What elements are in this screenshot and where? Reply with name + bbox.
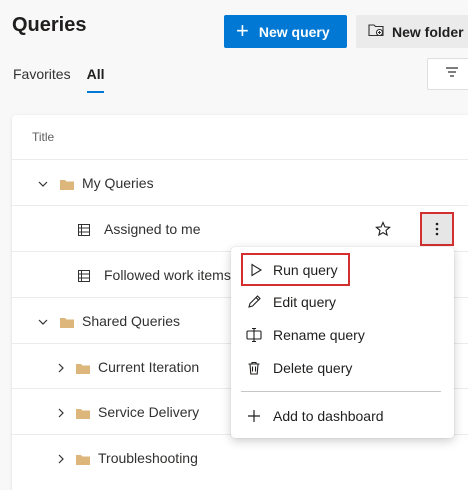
play-icon	[248, 262, 264, 278]
menu-item-label: Run query	[273, 261, 338, 278]
chevron-right-icon[interactable]	[55, 361, 67, 373]
chevron-down-icon[interactable]	[37, 177, 49, 189]
tab-favorites[interactable]: Favorites	[13, 66, 71, 93]
more-options-button[interactable]	[420, 211, 454, 246]
column-header-title[interactable]: Title	[32, 130, 54, 144]
trash-icon	[246, 360, 262, 376]
more-vertical-icon	[435, 222, 439, 235]
row-label: Assigned to me	[104, 220, 201, 237]
folder-icon	[76, 361, 90, 374]
chevron-right-icon[interactable]	[55, 406, 67, 418]
filter-icon	[445, 65, 459, 83]
menu-item-label: Add to dashboard	[273, 407, 384, 424]
table-row[interactable]: Assigned to me	[12, 205, 468, 251]
menu-item-label: Edit query	[273, 293, 337, 310]
plus-icon	[246, 408, 262, 424]
row-label: Troubleshooting	[98, 449, 198, 466]
context-menu: Run query Edit query Rename query Delete…	[231, 247, 454, 438]
row-label: My Queries	[82, 174, 154, 191]
chevron-down-icon[interactable]	[37, 315, 49, 327]
plus-icon: +	[236, 17, 249, 43]
new-folder-label: New folder	[392, 23, 464, 40]
menu-item-label: Rename query	[273, 326, 365, 343]
query-list-icon	[78, 223, 90, 236]
row-label: Shared Queries	[82, 312, 181, 329]
chevron-right-icon[interactable]	[55, 452, 67, 464]
tab-all[interactable]: All	[86, 66, 105, 93]
folder-icon	[60, 177, 74, 190]
menu-item-add-to-dashboard[interactable]: Add to dashboard	[231, 399, 454, 432]
folder-icon	[76, 452, 90, 465]
row-label: Followed work items	[104, 266, 231, 283]
table-row[interactable]: Troubleshooting	[12, 434, 468, 480]
new-query-button[interactable]: + New query	[224, 15, 347, 48]
page-title: Queries	[12, 14, 87, 36]
menu-divider	[241, 391, 441, 392]
query-list-icon	[78, 269, 90, 282]
table-row[interactable]: My Queries	[12, 159, 468, 205]
pencil-icon	[246, 294, 262, 310]
new-folder-button[interactable]: New folder	[356, 15, 468, 48]
star-icon[interactable]	[375, 220, 391, 237]
folder-icon	[76, 406, 90, 419]
menu-item-rename-query[interactable]: Rename query	[231, 318, 454, 351]
filter-button[interactable]	[427, 58, 468, 90]
menu-item-edit-query[interactable]: Edit query	[231, 285, 454, 318]
new-query-label: New query	[258, 23, 330, 40]
menu-item-run-query[interactable]: Run query	[241, 253, 350, 286]
rename-icon	[246, 327, 262, 343]
tab-bar: Favorites All	[13, 66, 105, 93]
row-label: Current Iteration	[98, 358, 200, 375]
menu-item-delete-query[interactable]: Delete query	[231, 351, 454, 384]
folder-icon	[60, 315, 74, 328]
row-label: Service Delivery	[98, 403, 200, 420]
new-folder-icon	[368, 23, 384, 40]
menu-item-label: Delete query	[273, 359, 353, 376]
